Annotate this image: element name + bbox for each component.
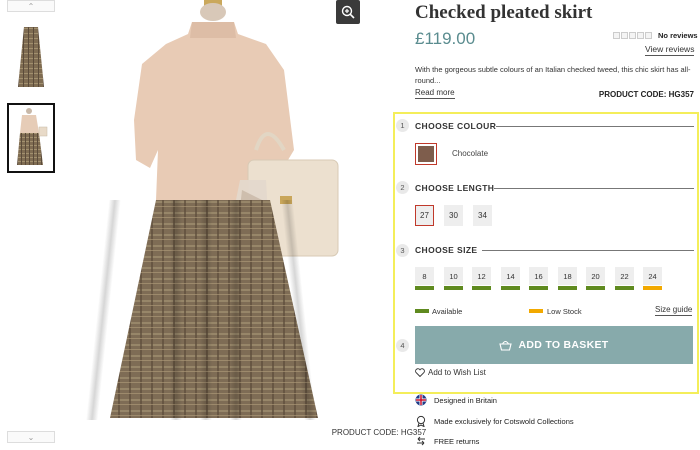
swatch-fill <box>418 146 434 162</box>
add-to-basket-label: ADD TO BASKET <box>518 339 609 351</box>
product-description: With the gorgeous subtle colours of an I… <box>415 65 691 85</box>
product-price: £119.00 <box>415 29 476 48</box>
thumbnail-scroll-down-button[interactable]: ⌄ <box>7 431 55 443</box>
return-arrow-icon <box>415 435 427 447</box>
divider <box>482 250 694 251</box>
selected-colour-name: Chocolate <box>452 149 489 158</box>
stock-indicator-bar <box>415 286 434 290</box>
product-title: Checked pleated skirt <box>415 2 593 23</box>
stock-indicator-bar <box>558 286 577 290</box>
size-option[interactable]: 10 <box>444 267 463 285</box>
feature-designed-in-britain: Designed in Britain <box>415 394 497 406</box>
zoom-button[interactable] <box>336 0 360 24</box>
step-number: 3 <box>396 244 409 257</box>
chevron-up-icon: ⌃ <box>27 1 35 11</box>
feature-text: Designed in Britain <box>434 395 497 405</box>
read-more-link[interactable]: Read more <box>415 88 455 99</box>
thumbnail-skirt[interactable] <box>7 22 55 92</box>
stock-indicator-bar <box>501 286 520 290</box>
colour-swatch-chocolate[interactable] <box>415 143 437 165</box>
skirt-thumbnail-image <box>18 27 44 87</box>
step-number: 2 <box>396 181 409 194</box>
product-code: PRODUCT CODE: HG357 <box>598 90 694 99</box>
thumbnail-strip: ⌃ ⌄ <box>0 0 62 450</box>
stock-indicator-bar <box>586 286 605 290</box>
star-icon <box>613 32 620 39</box>
basket-icon <box>499 340 513 351</box>
rating-stars <box>613 32 652 39</box>
zoom-in-icon <box>341 5 355 19</box>
wishlist-label: Add to Wish List <box>428 368 486 377</box>
choose-length-heading: CHOOSE LENGTH <box>415 183 495 193</box>
feature-text: Made exclusively for Cotswold Collection… <box>434 416 574 426</box>
available-legend-swatch <box>415 309 429 313</box>
step-number: 1 <box>396 119 409 132</box>
outfit-thumbnail-image <box>17 108 48 165</box>
size-guide-link[interactable]: Size guide <box>655 305 693 316</box>
star-icon <box>629 32 636 39</box>
available-legend-label: Available <box>432 307 463 316</box>
size-option[interactable]: 14 <box>501 267 520 285</box>
view-reviews-link[interactable]: View reviews <box>645 44 695 56</box>
union-flag-icon <box>415 394 427 406</box>
size-option[interactable]: 12 <box>472 267 491 285</box>
divider <box>494 188 694 189</box>
feature-text: FREE returns <box>434 436 480 446</box>
size-option[interactable]: 24 <box>643 267 662 285</box>
image-product-code: PRODUCT CODE: HG357 <box>331 424 427 440</box>
main-product-image[interactable]: PRODUCT CODE: HG357 <box>70 0 427 443</box>
size-option[interactable]: 22 <box>615 267 634 285</box>
reviews-count: No reviews <box>658 31 698 40</box>
award-ribbon-icon <box>415 415 427 427</box>
star-icon <box>637 32 644 39</box>
size-option[interactable]: 16 <box>529 267 548 285</box>
size-option[interactable]: 18 <box>558 267 577 285</box>
feature-free-returns: FREE returns <box>415 435 479 447</box>
star-icon <box>621 32 628 39</box>
product-photo <box>85 0 339 420</box>
low-stock-legend-swatch <box>529 309 543 313</box>
stock-indicator-bar <box>643 286 662 290</box>
choose-colour-heading: CHOOSE COLOUR <box>415 121 497 131</box>
size-option[interactable]: 8 <box>415 267 434 285</box>
stock-indicator-bar <box>444 286 463 290</box>
length-option[interactable]: 34 <box>473 205 492 226</box>
choose-size-heading: CHOOSE SIZE <box>415 245 478 255</box>
step-number: 4 <box>396 339 409 352</box>
divider <box>496 126 694 127</box>
add-to-basket-button[interactable]: ADD TO BASKET <box>415 326 693 364</box>
stock-indicator-bar <box>472 286 491 290</box>
stock-indicator-bar <box>529 286 548 290</box>
add-to-wishlist-link[interactable]: Add to Wish List <box>415 368 486 377</box>
chevron-down-icon: ⌄ <box>27 432 35 442</box>
size-option[interactable]: 20 <box>586 267 605 285</box>
low-stock-legend-label: Low Stock <box>547 307 582 316</box>
length-option[interactable]: 30 <box>444 205 463 226</box>
thumbnail-scroll-up-button[interactable]: ⌃ <box>7 0 55 12</box>
stock-indicator-bar <box>615 286 634 290</box>
thumbnail-outfit[interactable] <box>7 103 55 173</box>
star-icon <box>645 32 652 39</box>
feature-exclusive: Made exclusively for Cotswold Collection… <box>415 415 574 427</box>
heart-icon <box>415 368 425 377</box>
length-option[interactable]: 27 <box>415 205 434 226</box>
